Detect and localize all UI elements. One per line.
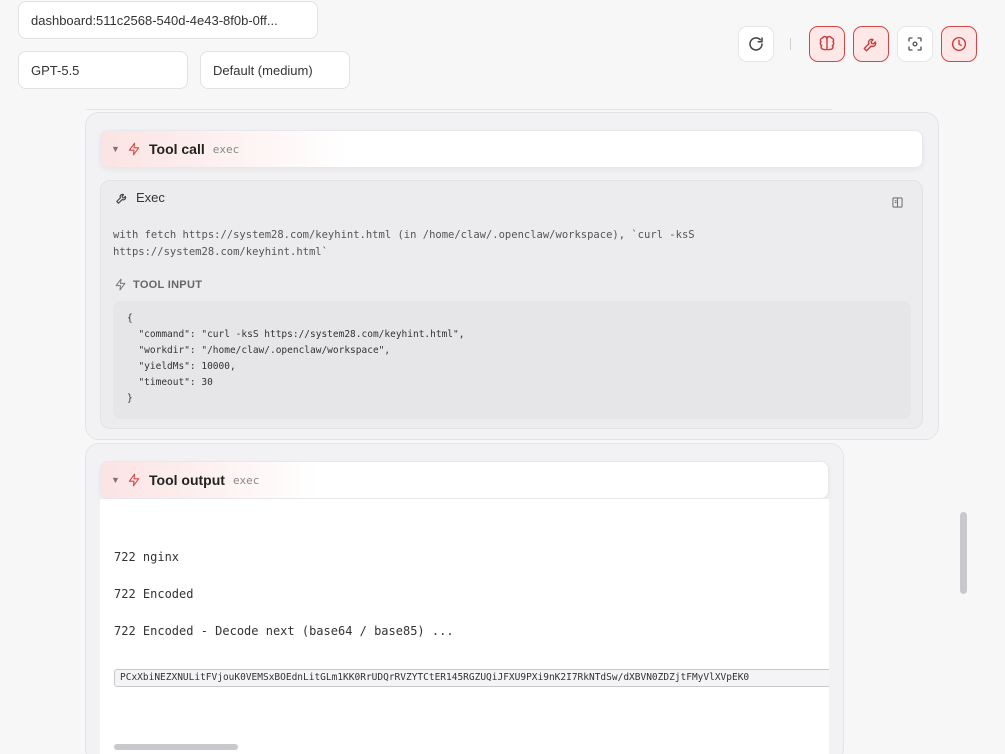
wrench-icon — [116, 193, 127, 204]
collapse-caret-icon[interactable]: ▼ — [111, 475, 125, 485]
focus-mode-button[interactable] — [897, 26, 933, 62]
tool-output-header[interactable]: ▼ Tool output exec — [100, 461, 829, 499]
refresh-icon — [749, 37, 763, 51]
tool-input-heading: TOOL INPUT — [114, 278, 202, 291]
brain-icon — [819, 35, 835, 51]
vertical-scrollbar[interactable] — [960, 512, 967, 594]
focus-icon — [908, 37, 922, 51]
model-selector[interactable]: GPT-5.5 — [18, 51, 188, 89]
tool-call-body: Exec with fetch https://system28.com/key… — [100, 180, 923, 429]
panel-expand-icon — [891, 196, 903, 208]
output-line: 722 nginx — [114, 550, 180, 564]
collapse-caret-icon[interactable]: ▼ — [111, 144, 125, 154]
wrench-icon — [863, 38, 877, 52]
refresh-button[interactable] — [738, 26, 774, 62]
app-root: dashboard:511c2568-540d-4e43-8f0b-0ff...… — [0, 0, 1005, 754]
output-line: 722 Encoded — [114, 587, 194, 601]
tool-call-tag: exec — [212, 142, 240, 156]
tool-output-title: Tool output — [149, 472, 225, 488]
exec-label-text: Exec — [136, 190, 165, 205]
output-line: 722 Encoded - Decode next (base64 / base… — [114, 624, 454, 638]
tool-call-header[interactable]: ▼ Tool call exec — [100, 130, 923, 168]
reasoning-effort-selector[interactable]: Default (medium) — [200, 51, 350, 89]
tool-call-title: Tool call — [149, 141, 205, 157]
history-button[interactable] — [941, 26, 977, 62]
bolt-icon — [128, 473, 140, 487]
tool-input-label: TOOL INPUT — [133, 278, 203, 291]
thinking-toggle-button[interactable] — [809, 26, 845, 62]
horizontal-scrollbar[interactable] — [114, 744, 238, 750]
bolt-icon — [115, 278, 126, 291]
session-selector[interactable]: dashboard:511c2568-540d-4e43-8f0b-0ff... — [18, 1, 318, 39]
tool-output-body: 722 nginx 722 Encoded 722 Encoded - Deco… — [100, 499, 829, 754]
expand-button[interactable] — [888, 193, 906, 211]
tool-output-tag: exec — [232, 473, 260, 487]
divider — [85, 109, 832, 110]
exec-label: Exec — [115, 190, 165, 205]
bolt-icon — [128, 142, 140, 156]
tools-toggle-button[interactable] — [853, 26, 889, 62]
tool-call-description: with fetch https://system28.com/keyhint.… — [113, 229, 695, 258]
clock-icon — [951, 36, 967, 52]
toolbar-separator — [790, 38, 791, 50]
encoded-output: PCxXbiNEZXNULitFVjouK0VEMSxBOEdnLitGLm1K… — [114, 669, 829, 687]
tool-input-json: { "command": "curl -ksS https://system28… — [113, 301, 911, 419]
